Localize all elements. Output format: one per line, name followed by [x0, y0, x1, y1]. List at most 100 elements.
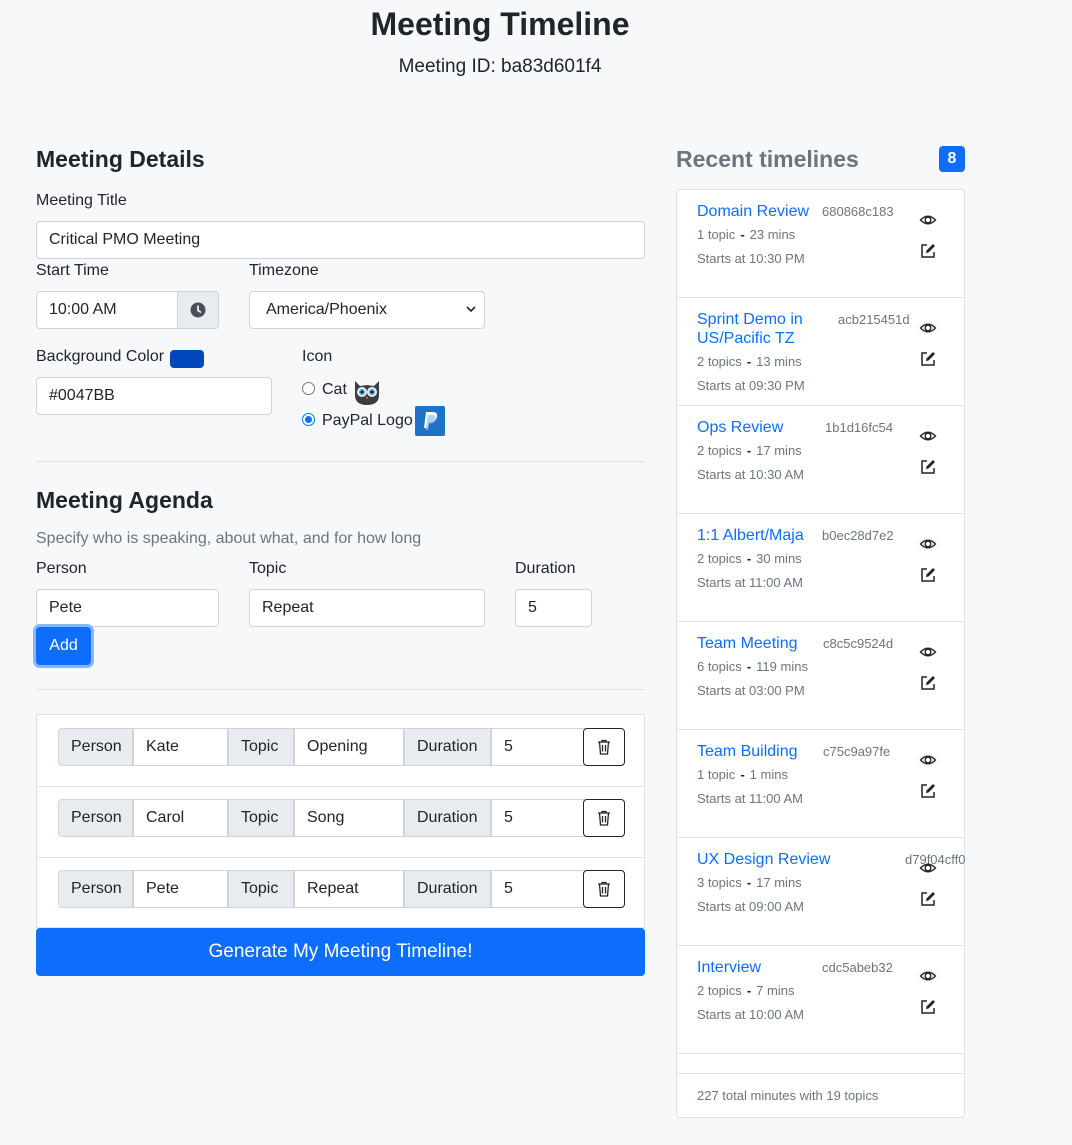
timezone-select[interactable]: America/Phoenix	[249, 291, 485, 329]
timeline-id: cdc5abeb32	[822, 960, 893, 975]
timeline-title-link[interactable]: Sprint Demo in US/Pacific TZ	[697, 310, 827, 348]
background-color-label: Background Color	[36, 348, 165, 365]
topic-addon: Topic	[228, 728, 294, 766]
separator-dash: -	[740, 227, 745, 242]
recent-timelines-list: Domain Review 680868c183 1 topic -23 mins St…	[676, 189, 965, 1118]
duration-label: Duration	[515, 560, 576, 577]
separator-dash: -	[746, 983, 752, 998]
timeline-start-time: Starts at 10:30 PM	[697, 251, 805, 266]
topic-count: 1 topic	[697, 227, 736, 242]
topic-value: Repeat	[262, 599, 314, 616]
topic-addon: Topic	[228, 870, 294, 908]
eye-icon[interactable]	[919, 211, 937, 229]
agenda-row: Person Pete Topic Repeat Duration 5	[37, 858, 644, 929]
trash-icon	[598, 810, 610, 826]
person-addon: Person	[58, 799, 133, 837]
eye-icon[interactable]	[919, 751, 937, 769]
timeline-summary: 2 topics -30 mins	[697, 551, 802, 566]
edit-icon[interactable]	[919, 674, 937, 692]
start-time-value: 10:00 AM	[49, 301, 117, 318]
meeting-title-label: Meeting Title	[36, 192, 127, 209]
timeline-summary: 2 topics -13 mins	[697, 354, 802, 369]
timeline-start-time: Starts at 11:00 AM	[697, 791, 803, 806]
timeline-id: b0ec28d7e2	[822, 528, 894, 543]
separator-dash: -	[746, 443, 752, 458]
add-button[interactable]: Add	[36, 627, 91, 665]
eye-icon[interactable]	[919, 535, 937, 553]
timeline-id: c8c5c9524d	[823, 636, 894, 651]
duration-field[interactable]: 5	[491, 728, 585, 766]
person-field[interactable]: Kate	[133, 728, 228, 766]
duration-field[interactable]: 5	[491, 799, 585, 837]
duration-input[interactable]: 5	[515, 589, 592, 627]
topic-field[interactable]: Opening	[294, 728, 404, 766]
person-field[interactable]: Carol	[133, 799, 228, 837]
delete-button[interactable]	[583, 728, 625, 766]
edit-icon[interactable]	[919, 782, 937, 800]
edit-icon[interactable]	[919, 998, 937, 1016]
clock-button[interactable]	[177, 291, 219, 329]
topic-field[interactable]: Song	[294, 799, 404, 837]
timeline-item: Ops Review 1b1d16fc54 2 topics -17 mins Star…	[677, 406, 964, 514]
edit-icon[interactable]	[919, 890, 937, 908]
meeting-title-input[interactable]: Critical PMO Meeting	[36, 221, 645, 259]
divider	[36, 461, 645, 462]
timeline-start-time: Starts at 03:00 PM	[697, 683, 805, 698]
minutes-count: 7 mins	[756, 983, 795, 998]
timeline-id: acb215451d	[838, 312, 910, 327]
edit-icon[interactable]	[919, 566, 937, 584]
timeline-summary: 6 topics -119 mins	[697, 659, 808, 674]
minutes-count: 17 mins	[756, 875, 802, 890]
timeline-id: 680868c183	[822, 204, 894, 219]
person-label: Person	[36, 560, 87, 577]
topic-input[interactable]: Repeat	[249, 589, 485, 627]
agenda-list: Person Kate Topic Opening Duration 5 Per…	[36, 714, 645, 928]
duration-addon: Duration	[404, 799, 491, 837]
timeline-title-link[interactable]: UX Design Review	[697, 850, 847, 869]
icon-label: Icon	[302, 348, 333, 365]
paypal-radio[interactable]	[302, 413, 315, 426]
divider	[36, 689, 645, 690]
delete-button[interactable]	[583, 799, 625, 837]
trash-icon	[598, 739, 610, 755]
minutes-count: 119 mins	[756, 659, 808, 674]
person-addon: Person	[58, 728, 133, 766]
background-color-input[interactable]: #0047BB	[36, 377, 272, 415]
cat-radio[interactable]	[302, 382, 315, 395]
timeline-item: UX Design Review d79f04cff0 3 topics -17 mi…	[677, 838, 965, 946]
duration-addon: Duration	[404, 728, 491, 766]
meeting-id: Meeting ID: ba83d601f4	[398, 56, 602, 77]
agenda-subtitle: Specify who is speaking, about what, and…	[36, 530, 422, 547]
cat-icon	[355, 381, 379, 405]
duration-field[interactable]: 5	[491, 870, 585, 908]
agenda-row: Person Carol Topic Song Duration 5	[37, 787, 644, 858]
person-input[interactable]: Pete	[36, 589, 219, 627]
paypal-logo-icon	[415, 406, 445, 436]
agenda-row-group: Person Carol Topic Song Duration 5	[58, 799, 585, 837]
generate-timeline-button[interactable]: Generate My Meeting Timeline!	[36, 928, 645, 976]
timeline-summary: 1 topic -23 mins	[697, 227, 795, 242]
eye-icon[interactable]	[919, 859, 937, 877]
paypal-option-label: PayPal Logo	[322, 412, 413, 429]
topic-count: 3 topics	[697, 875, 742, 890]
topic-label: Topic	[249, 560, 287, 577]
topic-field[interactable]: Repeat	[294, 870, 404, 908]
eye-icon[interactable]	[919, 427, 937, 445]
edit-icon[interactable]	[919, 242, 937, 260]
start-time-input[interactable]: 10:00 AM	[36, 291, 178, 329]
topic-count: 2 topics	[697, 354, 742, 369]
person-value: Pete	[49, 599, 82, 616]
page-title: Meeting Timeline	[370, 6, 630, 42]
eye-icon[interactable]	[919, 643, 937, 661]
clock-icon	[190, 302, 206, 318]
eye-icon[interactable]	[919, 319, 937, 337]
eye-icon[interactable]	[919, 967, 937, 985]
separator-dash: -	[746, 875, 752, 890]
edit-icon[interactable]	[919, 458, 937, 476]
separator-dash: -	[746, 354, 752, 369]
edit-icon[interactable]	[919, 350, 937, 368]
delete-button[interactable]	[583, 870, 625, 908]
person-field[interactable]: Pete	[133, 870, 228, 908]
background-color-value: #0047BB	[49, 387, 115, 404]
meeting-details-heading: Meeting Details	[36, 146, 205, 172]
